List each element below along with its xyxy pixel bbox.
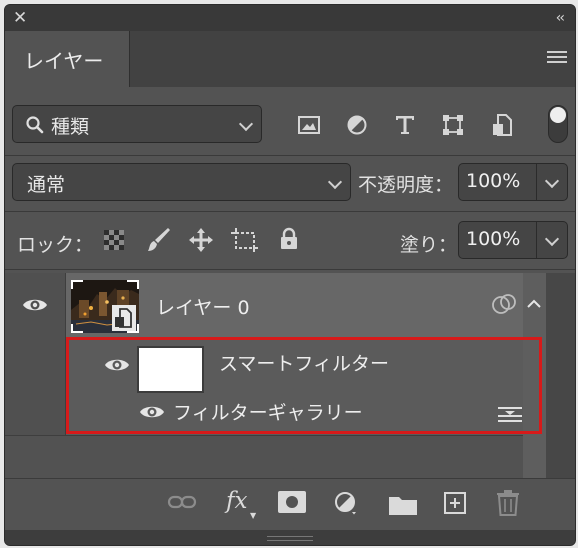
grip-lines xyxy=(267,536,313,541)
chevron-down-icon xyxy=(544,231,560,247)
layer-name[interactable]: レイヤー 0 xyxy=(156,293,250,320)
opacity-dropdown-button[interactable] xyxy=(536,164,567,200)
panel-menu-icon[interactable] xyxy=(547,51,567,66)
lock-label: ロック： xyxy=(17,234,94,256)
opacity-field[interactable]: 100% xyxy=(458,163,568,201)
filter-kind-dropdown[interactable]: 種類 xyxy=(12,105,262,143)
close-icon[interactable]: ✕ xyxy=(13,8,27,28)
fill-value[interactable]: 100% xyxy=(466,228,520,250)
layers-empty-area xyxy=(5,435,523,479)
panel-title-bar: ✕ ‹‹ xyxy=(5,5,575,31)
type-layer-filter-icon[interactable] xyxy=(394,114,416,136)
blend-mode-value: 通常 xyxy=(27,174,66,196)
lock-artboard-icon[interactable] xyxy=(231,227,259,253)
lock-all-icon[interactable] xyxy=(279,227,299,251)
new-layer-icon[interactable] xyxy=(443,491,467,515)
delete-layer-trash-icon[interactable] xyxy=(496,489,520,517)
fill-dropdown-button[interactable] xyxy=(536,222,567,258)
lock-position-move-icon[interactable] xyxy=(188,227,214,253)
smart-filter-indicator-icon[interactable] xyxy=(491,293,519,315)
shape-layer-filter-icon[interactable] xyxy=(442,114,464,136)
chevron-down-icon xyxy=(327,174,343,190)
chevron-down-icon xyxy=(238,116,254,132)
toggle-knob xyxy=(550,107,566,123)
lock-transparent-pixels-icon[interactable] xyxy=(104,230,124,250)
chevron-down-icon xyxy=(544,173,560,189)
filter-toggle-switch[interactable] xyxy=(548,105,568,143)
panel-resize-grip[interactable] xyxy=(5,530,575,545)
tab-layers[interactable]: レイヤー xyxy=(5,31,130,87)
layer-thumbnail[interactable] xyxy=(71,280,139,333)
tab-bar: レイヤー xyxy=(5,31,575,87)
fx-dropdown-arrow: ▼ xyxy=(250,511,257,520)
opacity-value[interactable]: 100% xyxy=(466,170,520,192)
smart-filters-highlight-box xyxy=(66,337,542,434)
collapse-panel-icon[interactable]: ‹‹ xyxy=(556,8,565,28)
collapse-effects-chevron-icon[interactable] xyxy=(527,299,541,309)
add-layer-style-fx-icon[interactable]: fx xyxy=(226,488,247,514)
layers-panel: ✕ ‹‹ レイヤー 種類 通常 不透明度： 100% ロック： 塗り： 100%… xyxy=(4,4,576,546)
layer-visibility-eye-icon[interactable] xyxy=(22,297,48,313)
pixel-layer-filter-icon[interactable] xyxy=(297,115,321,135)
fill-field[interactable]: 100% xyxy=(458,221,568,259)
smart-object-badge-icon xyxy=(112,305,136,331)
fill-label: 塗り： xyxy=(400,234,458,256)
tab-layers-label: レイヤー xyxy=(24,49,104,73)
search-icon xyxy=(26,116,44,134)
new-adjustment-layer-icon[interactable] xyxy=(334,491,358,515)
filter-kind-label: 種類 xyxy=(51,116,90,138)
lock-image-pixels-brush-icon[interactable] xyxy=(146,226,172,254)
smart-object-filter-icon[interactable] xyxy=(491,113,513,137)
blend-mode-dropdown[interactable]: 通常 xyxy=(12,163,351,201)
new-group-folder-icon[interactable] xyxy=(388,494,418,516)
adjustment-layer-filter-icon[interactable] xyxy=(346,114,368,136)
scroll-track xyxy=(546,273,575,478)
opacity-label: 不透明度： xyxy=(358,174,454,196)
link-layers-icon[interactable] xyxy=(167,493,197,511)
add-layer-mask-icon[interactable] xyxy=(278,491,306,513)
